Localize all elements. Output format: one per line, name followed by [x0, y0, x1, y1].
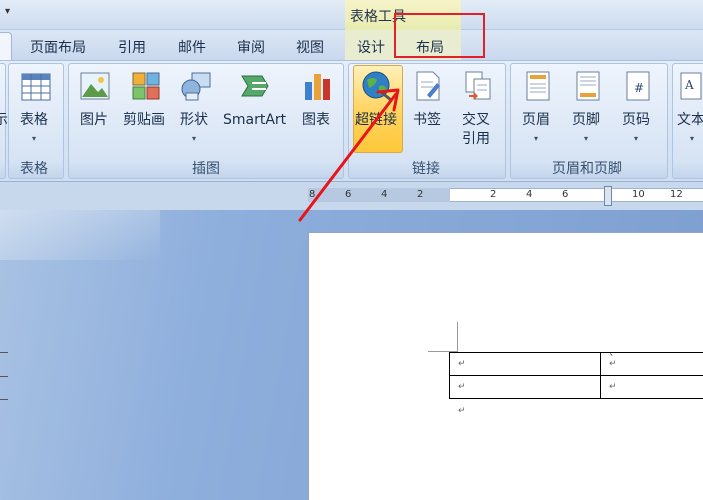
partial-table-line — [0, 399, 8, 400]
ruler-number: 4 — [381, 189, 388, 200]
tab-design[interactable]: 设计 — [357, 37, 385, 57]
text-box-icon: A — [680, 72, 702, 100]
background-sheen — [0, 210, 160, 260]
ruler-number: 4 — [526, 189, 533, 200]
table-cell[interactable]: ↵ — [449, 352, 601, 376]
partial-table-line — [0, 376, 8, 377]
quick-access-dropdown-icon[interactable]: ▾ — [5, 6, 10, 17]
table-cell[interactable]: ↵ — [449, 375, 601, 399]
footer-icon — [576, 71, 600, 101]
ruler-margin — [308, 188, 450, 202]
table-cell[interactable]: ↵ — [600, 375, 703, 399]
cross-reference-label-line1: 交叉 — [462, 112, 490, 128]
indent-marker[interactable] — [604, 186, 612, 206]
header-button[interactable]: 页眉 ▾ — [518, 68, 558, 148]
ruler-number: 8 — [309, 189, 316, 200]
ruler-number: 6 — [345, 189, 352, 200]
table-button-label: 表格 — [20, 112, 48, 128]
ruler-number: 2 — [417, 189, 424, 200]
text-box-button-label: 文本 — [677, 112, 703, 128]
ruler-number: 10 — [632, 189, 645, 200]
group-label-header-footer: 页眉和页脚 — [552, 161, 622, 177]
hyperlink-button[interactable]: 超链接 — [353, 68, 403, 148]
header-button-label: 页眉 — [522, 112, 550, 128]
shapes-button[interactable]: 形状 ▾ — [176, 68, 216, 148]
paragraph-mark: ↵ — [458, 406, 466, 416]
clipart-button-label: 剪贴画 — [123, 112, 165, 128]
page-number-icon: # — [626, 71, 650, 101]
highlight-box — [394, 13, 485, 58]
group-label-links: 链接 — [412, 161, 440, 177]
table-cell[interactable]: ↵ — [600, 352, 703, 376]
smartart-icon — [241, 75, 269, 97]
text-box-button[interactable]: A 文本 ▾ — [676, 68, 703, 148]
picture-button-label: 图片 — [80, 112, 108, 128]
chevron-down-icon: ▾ — [32, 134, 37, 143]
globe-link-icon — [362, 71, 392, 102]
group-label-illustrations: 插图 — [192, 161, 220, 177]
page-number-button-label: 页码 — [622, 112, 650, 128]
svg-text:#: # — [634, 81, 644, 95]
picture-icon — [80, 72, 110, 100]
smartart-button-label: SmartArt — [223, 112, 287, 128]
chart-button[interactable]: 图表 — [298, 68, 338, 138]
table-row: ↵ ↵ — [449, 375, 703, 399]
active-tab-edge[interactable] — [0, 32, 12, 60]
chevron-down-icon: ▾ — [192, 134, 197, 143]
chevron-down-icon: ▾ — [634, 134, 639, 143]
footer-button[interactable]: 页脚 ▾ — [568, 68, 608, 148]
cross-reference-icon — [465, 71, 491, 100]
table-icon — [21, 73, 51, 101]
tab-review[interactable]: 审阅 — [237, 37, 265, 57]
chevron-down-icon: ▾ — [690, 134, 695, 143]
tab-mailings[interactable]: 邮件 — [178, 37, 206, 57]
table-button[interactable]: 表格 ▾ — [14, 68, 58, 148]
document-table[interactable]: ↵ ↵ ↵ ↵ — [449, 352, 703, 399]
group-label-tables: 表格 — [20, 161, 48, 177]
partial-table-line — [0, 352, 8, 353]
shapes-button-label: 形状 — [180, 112, 208, 128]
cross-reference-label-line2: 引用 — [462, 131, 490, 147]
svg-text:A: A — [684, 78, 694, 92]
ruler-number: 6 — [562, 189, 569, 200]
header-icon — [526, 71, 550, 101]
tab-page-layout[interactable]: 页面布局 — [30, 37, 86, 57]
cell-tick-mark: ` — [609, 352, 615, 365]
tab-view[interactable]: 视图 — [296, 37, 324, 57]
chevron-down-icon: ▾ — [534, 134, 539, 143]
chart-button-label: 图表 — [302, 112, 330, 128]
shapes-icon — [181, 72, 211, 101]
footer-button-label: 页脚 — [572, 112, 600, 128]
partial-button-label[interactable]: 示 — [0, 111, 8, 130]
page-number-button[interactable]: # 页码 ▾ — [618, 68, 658, 148]
chart-icon — [305, 74, 330, 100]
bookmark-icon — [416, 71, 440, 101]
ruler-number: 2 — [490, 189, 497, 200]
bookmark-button[interactable]: 书签 — [410, 68, 446, 138]
picture-button[interactable]: 图片 — [76, 68, 116, 138]
chevron-down-icon: ▾ — [584, 134, 589, 143]
hyperlink-button-label: 超链接 — [355, 112, 397, 128]
tab-references[interactable]: 引用 — [118, 37, 146, 57]
margin-corner-mark — [457, 322, 458, 352]
clipart-icon — [132, 72, 160, 100]
clipart-button[interactable]: 剪贴画 — [122, 68, 170, 138]
table-row: ↵ ↵ — [449, 352, 703, 376]
bookmark-button-label: 书签 — [413, 112, 441, 128]
smartart-button[interactable]: SmartArt — [222, 68, 290, 138]
ruler-number: 12 — [670, 189, 683, 200]
cross-reference-button[interactable]: 交叉 引用 — [458, 68, 498, 158]
